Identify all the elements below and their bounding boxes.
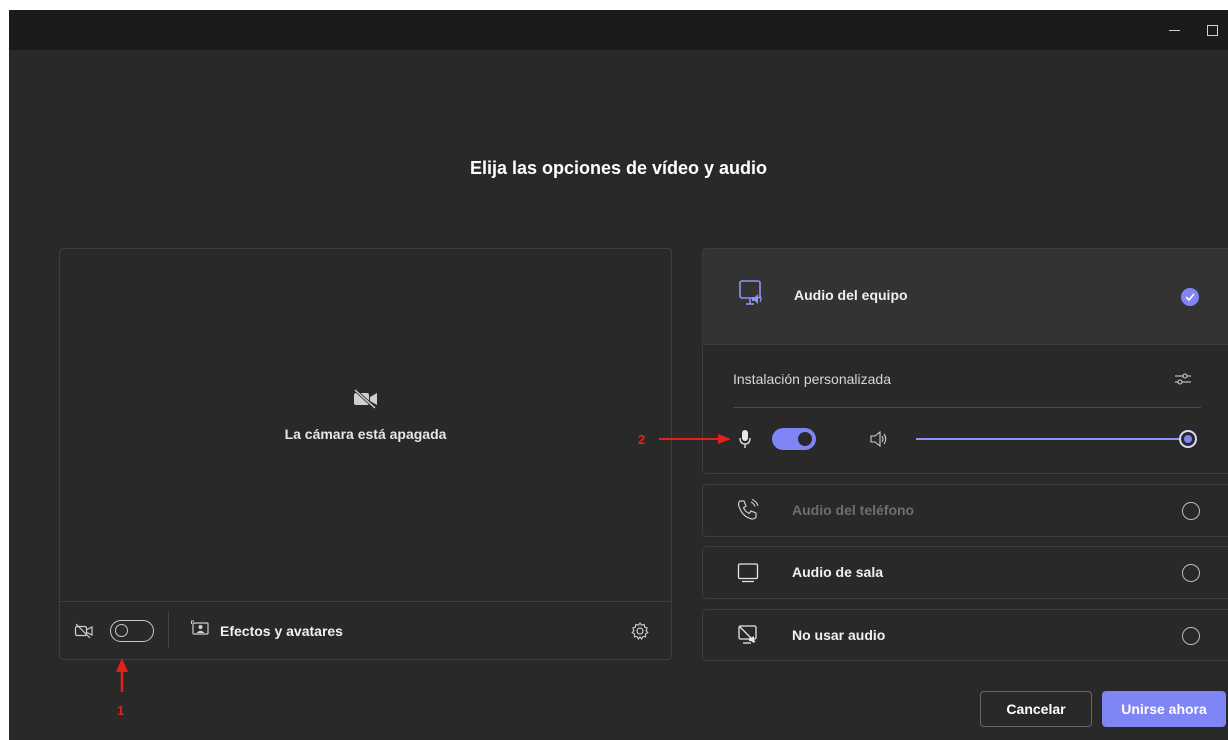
teams-window: Elija las opciones de vídeo y audio La c…	[9, 10, 1228, 740]
annotation-arrows	[116, 434, 731, 692]
annotation-marker-1: 1	[117, 703, 125, 718]
annotation-marker-2: 2	[638, 432, 646, 447]
